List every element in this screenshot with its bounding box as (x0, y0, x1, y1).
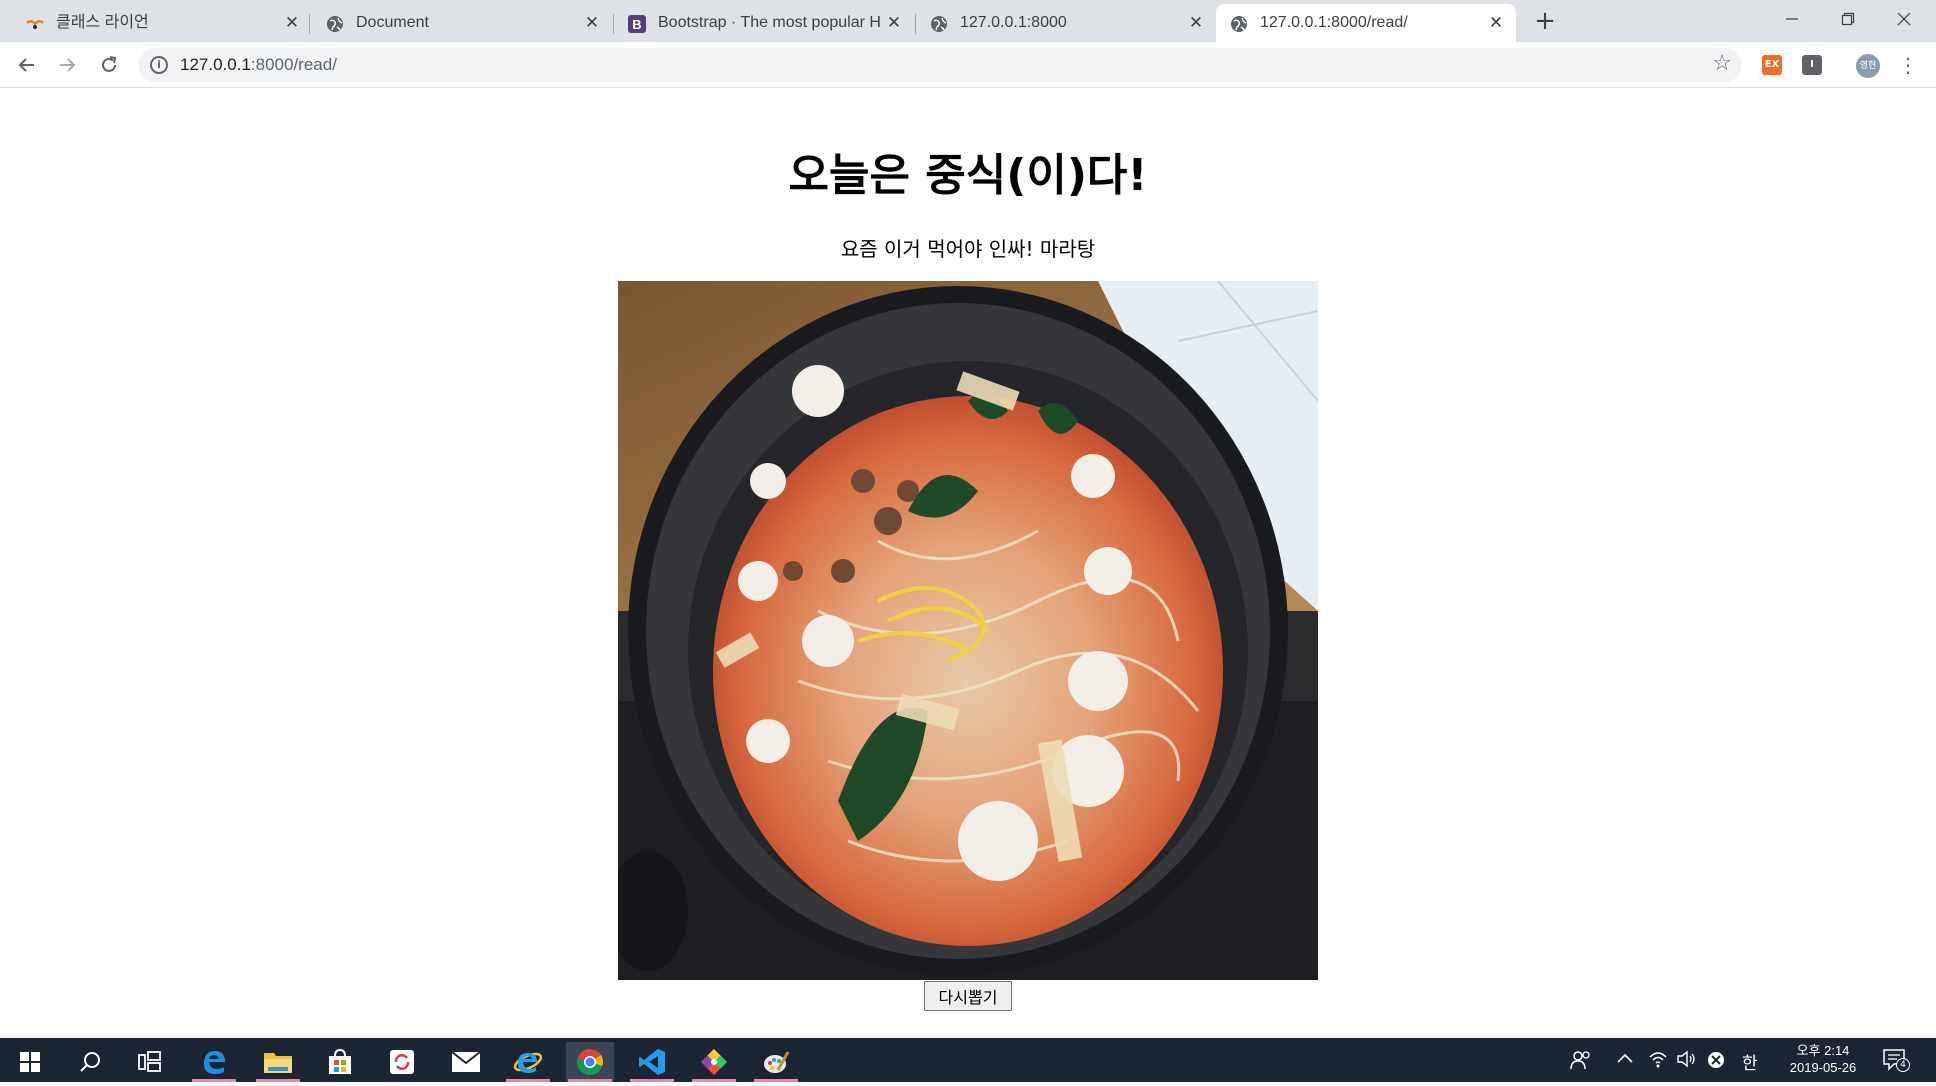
git-kraken-icon (701, 1049, 727, 1075)
mail-icon (451, 1051, 481, 1072)
ie-app[interactable] (504, 1042, 552, 1082)
forward-button[interactable] (52, 50, 82, 80)
close-icon[interactable]: ✕ (1486, 12, 1506, 34)
food-image (618, 281, 1318, 980)
tab-localhost-read[interactable]: 127.0.0.1:8000/read/ ✕ (1216, 4, 1516, 42)
close-icon[interactable]: ✕ (582, 12, 602, 34)
clock-time: 오후 2:14 (1796, 1043, 1850, 1058)
url-text[interactable]: 127.0.0.1:8000/read/ (180, 55, 337, 75)
tab-title: 127.0.0.1:8000/read/ (1260, 14, 1408, 31)
store-icon (329, 1048, 351, 1074)
site-info-icon[interactable]: i (150, 56, 168, 74)
tab-document[interactable]: Document ✕ (310, 4, 612, 42)
browser-toolbar: i 127.0.0.1:8000/read/ ☆ EX I 영현 ⋮ (0, 42, 1936, 88)
task-view-button[interactable] (126, 1042, 174, 1082)
system-clock[interactable]: 오후 2:14 2019-05-26 (1778, 1042, 1868, 1076)
url-host: 127.0.0.1 (180, 55, 251, 74)
store-app[interactable] (316, 1042, 364, 1082)
more-menu-icon[interactable]: ⋮ (1898, 50, 1918, 80)
reload-icon (102, 56, 117, 72)
sync-app[interactable] (378, 1042, 426, 1082)
malatang-photo (618, 281, 1318, 980)
close-icon[interactable]: ✕ (1186, 12, 1206, 34)
volume-icon[interactable] (1676, 1050, 1696, 1072)
profile-avatar[interactable]: 영현 (1856, 54, 1880, 78)
back-button[interactable] (12, 50, 42, 80)
chrome-app[interactable] (566, 1042, 614, 1082)
start-button[interactable] (6, 1042, 54, 1082)
class-lion-icon (26, 20, 44, 29)
reload-button[interactable] (94, 50, 124, 80)
restore-button[interactable] (1820, 4, 1876, 34)
minimize-button[interactable] (1764, 4, 1820, 34)
new-tab-button[interactable]: + (1532, 6, 1558, 36)
address-bar[interactable]: i 127.0.0.1:8000/read/ ☆ (138, 48, 1742, 82)
clock-date: 2019-05-26 (1789, 1060, 1857, 1075)
globe-icon (1231, 16, 1247, 32)
close-window-button[interactable] (1876, 4, 1932, 34)
globe-icon (327, 16, 343, 32)
bootstrap-icon: B (628, 15, 646, 33)
edge-app[interactable] (190, 1042, 238, 1082)
tab-title: Bootstrap · The most popular H (658, 14, 881, 31)
close-icon[interactable]: ✕ (282, 12, 302, 34)
back-arrow-icon (18, 58, 34, 72)
file-explorer-app[interactable] (254, 1042, 302, 1082)
action-center-icon[interactable]: 4 (1882, 1048, 1910, 1076)
vscode-icon (639, 1049, 665, 1075)
extension-ex-icon[interactable]: EX (1762, 55, 1782, 75)
search-icon (80, 1052, 100, 1072)
ime-indicator[interactable]: 한 (1742, 1049, 1758, 1074)
extension-info-icon[interactable]: I (1802, 55, 1822, 75)
tab-class-lion[interactable]: 클래스 라이언 ✕ (0, 4, 308, 42)
reroll-button[interactable]: 다시뽑기 (924, 981, 1012, 1011)
windows-taskbar: 한 오후 2:14 2019-05-26 4 (0, 1038, 1936, 1082)
restore-icon (1841, 12, 1855, 26)
paint-app[interactable] (752, 1042, 800, 1082)
vscode-app[interactable] (628, 1042, 676, 1082)
tab-title: Document (356, 14, 429, 31)
sync-app-icon (390, 1050, 414, 1074)
bookmark-star-icon[interactable]: ☆ (1712, 51, 1732, 76)
windows-logo-icon (20, 1052, 40, 1072)
edge-icon (204, 1051, 225, 1074)
search-button[interactable] (66, 1042, 114, 1082)
mail-app[interactable] (442, 1042, 490, 1082)
chevron-up-icon (1617, 1053, 1633, 1063)
url-path: :8000/read/ (250, 55, 337, 74)
antivirus-icon[interactable] (1706, 1050, 1726, 1074)
minimize-icon (1786, 18, 1798, 20)
close-icon[interactable]: ✕ (884, 12, 904, 34)
file-explorer-icon (264, 1053, 292, 1073)
tab-title: 클래스 라이언 (56, 14, 149, 31)
page-subtitle: 요즘 이거 먹어야 인싸! 마라탕 (840, 237, 1096, 261)
svg-text:B: B (632, 17, 641, 32)
tab-title: 127.0.0.1:8000 (960, 14, 1067, 31)
page-title: 오늘은 중식(이)다! (788, 150, 1148, 201)
show-hidden-icons[interactable] (1616, 1050, 1634, 1072)
chrome-icon (576, 1049, 603, 1076)
forward-arrow-icon (60, 58, 76, 72)
close-window-icon (1897, 12, 1911, 26)
tab-bootstrap[interactable]: B Bootstrap · The most popular H ✕ (614, 4, 914, 42)
tab-localhost[interactable]: 127.0.0.1:8000 ✕ (916, 4, 1216, 42)
network-icon[interactable] (1648, 1050, 1668, 1072)
git-kraken-app[interactable] (690, 1042, 738, 1082)
paint-icon (764, 1051, 790, 1073)
task-view-icon (138, 1051, 161, 1072)
notification-count-badge: 4 (1896, 1058, 1910, 1072)
globe-icon (931, 16, 947, 32)
people-icon[interactable] (1570, 1050, 1592, 1074)
tab-strip: 클래스 라이언 ✕ Document ✕ B Bootstrap · The m… (0, 0, 1936, 42)
page-content: 오늘은 중식(이)다! 요즘 이거 먹어야 인싸! 마라탕 다시뽑기 (0, 89, 1936, 1038)
ie-icon (513, 1052, 543, 1073)
